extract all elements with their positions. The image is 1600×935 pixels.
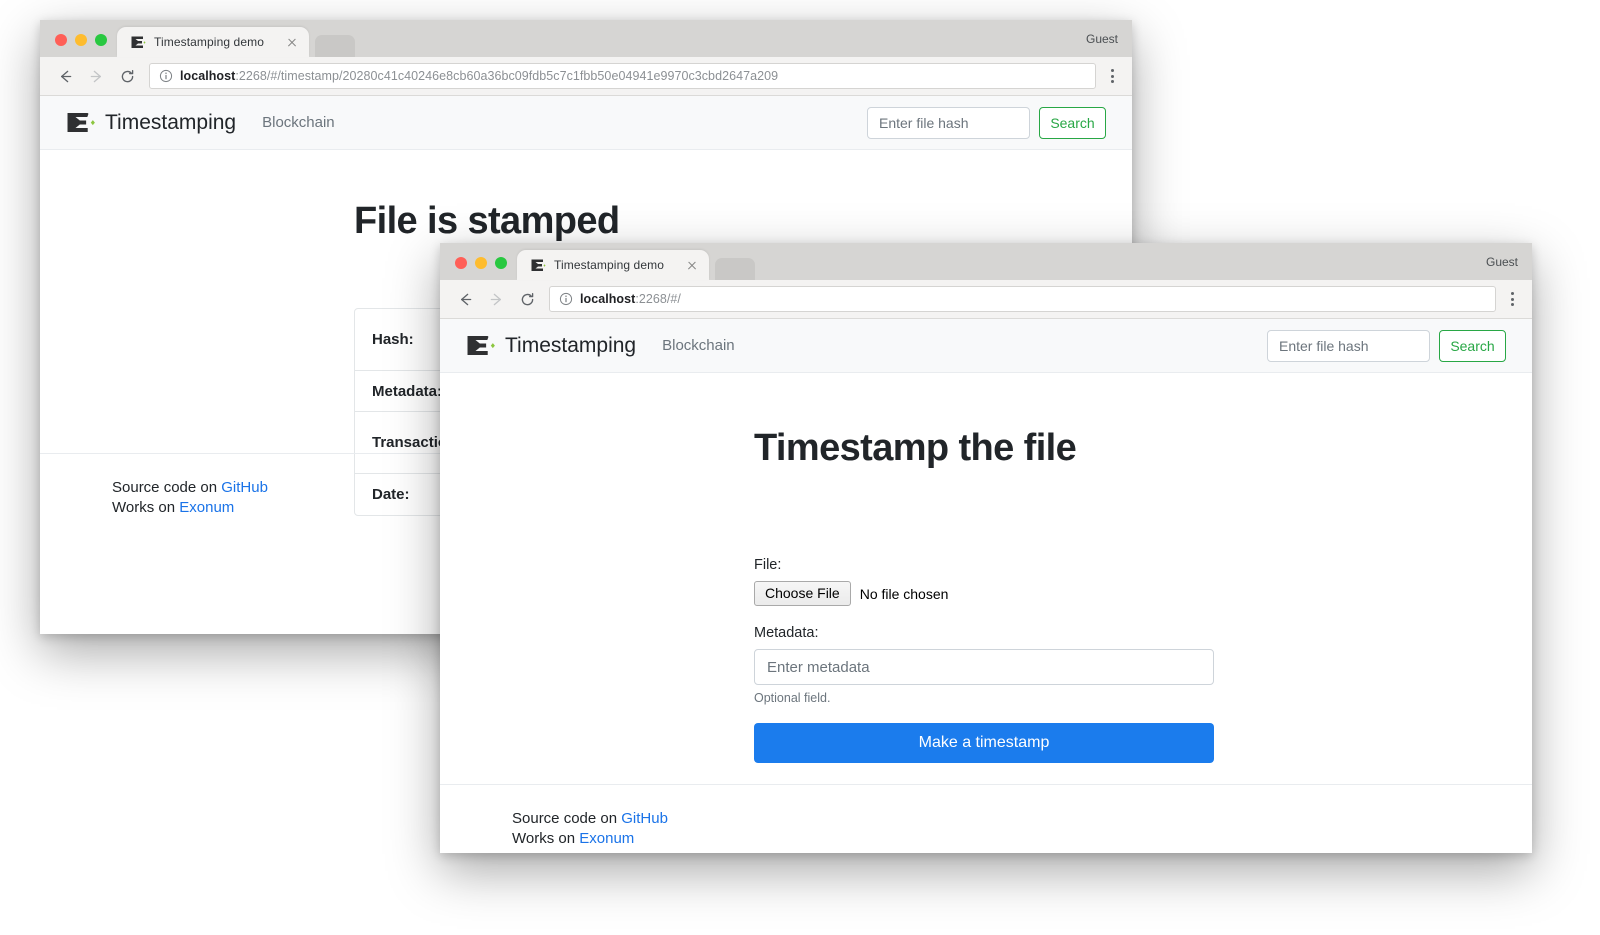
traffic-lights-front[interactable] [440, 257, 517, 280]
footer-divider [440, 784, 1532, 785]
footer-line-source: Source code on GitHub [112, 478, 268, 498]
address-bar[interactable]: localhost:2268/#/timestamp/20280c41c4024… [149, 63, 1096, 89]
search-button[interactable]: Search [1039, 106, 1106, 139]
maximize-window-button[interactable] [95, 34, 107, 46]
footer-works-prefix: Works on [512, 830, 580, 847]
back-arrow-icon[interactable] [452, 286, 478, 312]
exonum-logo-icon [131, 36, 146, 48]
footer-line-works: Works on Exonum [112, 498, 268, 518]
footer-line-source: Source code on GitHub [512, 809, 668, 829]
reload-icon[interactable] [514, 286, 540, 312]
page-title: File is stamped [354, 200, 620, 242]
search-input[interactable]: Enter file hash [867, 106, 1030, 139]
footer-source-prefix: Source code on [112, 479, 222, 496]
tab-strip-back: Timestamping demo Guest [40, 20, 1132, 57]
address-bar[interactable]: localhost:2268/#/ [549, 286, 1496, 312]
minimize-window-button[interactable] [75, 34, 87, 46]
footer-link-github[interactable]: GitHub [621, 810, 668, 827]
screenshot-stage: Timestamping demo Guest localhost:2268/#… [0, 0, 1600, 935]
profile-guest-label[interactable]: Guest [1486, 255, 1532, 280]
reload-icon[interactable] [114, 63, 140, 89]
site-footer-front: Source code on GitHub Works on Exonum [512, 809, 668, 849]
site-navbar-back: Timestamping Blockchain Enter file hash … [40, 96, 1132, 150]
footer-link-github[interactable]: GitHub [221, 479, 268, 496]
nav-link-blockchain[interactable]: Blockchain [662, 337, 735, 354]
profile-guest-label[interactable]: Guest [1086, 32, 1132, 57]
new-tab-button[interactable] [315, 35, 355, 57]
choose-file-button[interactable]: Choose File [754, 581, 851, 606]
make-timestamp-button[interactable]: Make a timestamp [754, 723, 1214, 763]
metadata-input[interactable]: Enter metadata [754, 649, 1214, 685]
browser-tab[interactable]: Timestamping demo [117, 27, 309, 57]
site-navbar-front: Timestamping Blockchain Enter file hash … [440, 319, 1532, 373]
page-content-front: Timestamping Blockchain Enter file hash … [440, 319, 1532, 853]
browser-window-front[interactable]: Timestamping demo Guest localhost:2268/#… [440, 243, 1532, 853]
kebab-menu-icon[interactable] [1102, 63, 1122, 89]
browser-toolbar-back: localhost:2268/#/timestamp/20280c41c4024… [40, 57, 1132, 96]
tab-strip-front: Timestamping demo Guest [440, 243, 1532, 280]
forward-arrow-icon [483, 286, 509, 312]
close-icon[interactable] [284, 34, 300, 50]
metadata-label: Metadata: [754, 625, 819, 641]
footer-source-prefix: Source code on [512, 810, 622, 827]
tab-title: Timestamping demo [554, 258, 664, 272]
brand-name: Timestamping [505, 333, 637, 357]
browser-toolbar-front: localhost:2268/#/ [440, 280, 1532, 319]
exonum-logo-icon [67, 113, 95, 132]
minimize-window-button[interactable] [475, 257, 487, 269]
traffic-lights-back[interactable] [40, 34, 117, 57]
file-status-text: No file chosen [859, 585, 949, 602]
search-input[interactable]: Enter file hash [1267, 329, 1430, 362]
search-button[interactable]: Search [1439, 329, 1506, 362]
metadata-help-text: Optional field. [754, 691, 831, 705]
brand-name: Timestamping [105, 110, 237, 134]
close-window-button[interactable] [55, 34, 67, 46]
footer-link-exonum[interactable]: Exonum [579, 830, 634, 847]
site-brand[interactable]: Timestamping [66, 110, 236, 135]
info-circle-icon[interactable] [159, 69, 173, 83]
site-footer-back: Source code on GitHub Works on Exonum [112, 478, 268, 518]
url-host: localhost [580, 292, 636, 306]
url-text: localhost:2268/#/ [580, 292, 681, 306]
forward-arrow-icon [83, 63, 109, 89]
exonum-logo-icon [531, 259, 546, 271]
url-host: localhost [180, 69, 236, 83]
kebab-menu-icon[interactable] [1502, 286, 1522, 312]
browser-tab[interactable]: Timestamping demo [517, 250, 709, 280]
footer-link-exonum[interactable]: Exonum [179, 499, 234, 516]
footer-works-prefix: Works on [112, 499, 180, 516]
nav-link-blockchain[interactable]: Blockchain [262, 114, 335, 131]
url-text: localhost:2268/#/timestamp/20280c41c4024… [180, 69, 778, 83]
url-path: :2268/#/timestamp/20280c41c40246e8cb60a3… [235, 69, 779, 83]
maximize-window-button[interactable] [495, 257, 507, 269]
page-title: Timestamp the file [754, 427, 1077, 469]
exonum-logo-icon [467, 336, 495, 355]
close-window-button[interactable] [455, 257, 467, 269]
timestamp-form: File: Choose File No file chosen Metadat… [754, 557, 1214, 763]
url-path: :2268/#/ [635, 292, 681, 306]
file-input-row[interactable]: Choose File No file chosen [754, 581, 1214, 606]
close-icon[interactable] [684, 257, 700, 273]
footer-line-works: Works on Exonum [512, 829, 668, 849]
back-arrow-icon[interactable] [52, 63, 78, 89]
site-brand[interactable]: Timestamping [466, 333, 636, 358]
new-tab-button[interactable] [715, 258, 755, 280]
info-circle-icon[interactable] [559, 292, 573, 306]
tab-title: Timestamping demo [154, 35, 264, 49]
file-label: File: [754, 557, 782, 573]
